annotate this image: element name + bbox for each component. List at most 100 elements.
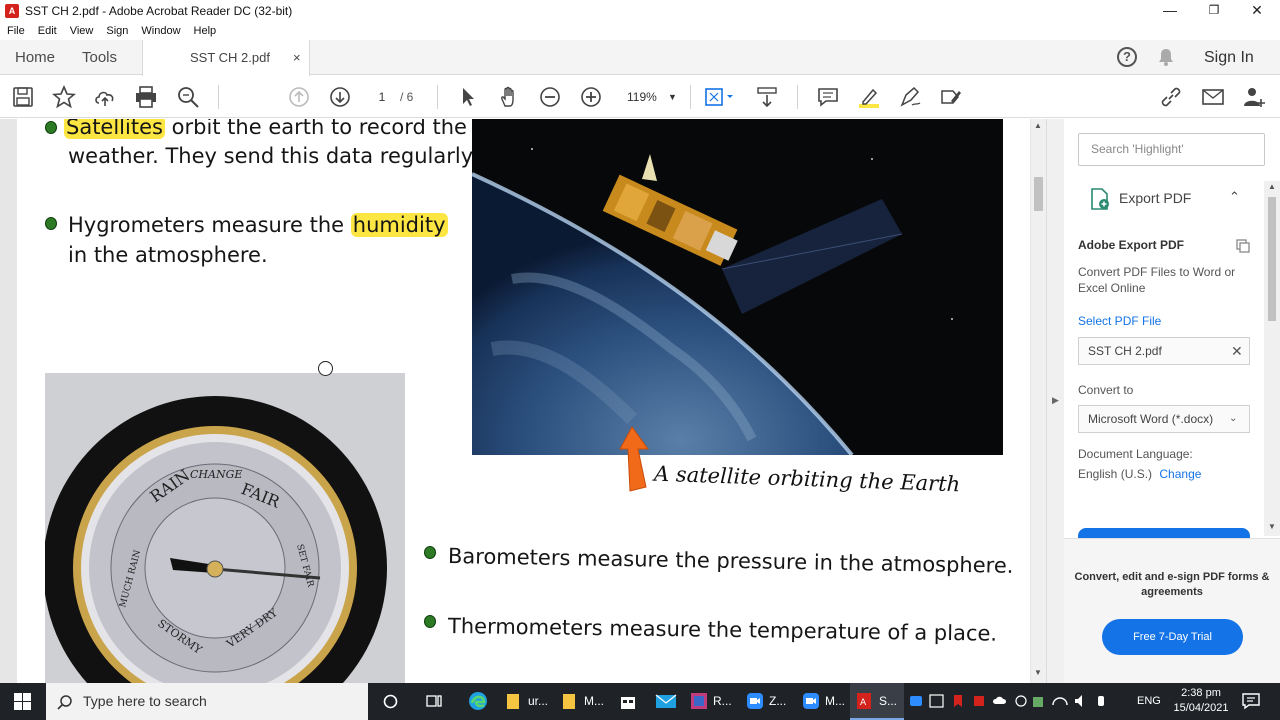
star-icon[interactable]: [51, 84, 77, 109]
taskbar-clock[interactable]: 2:38 pm 15/04/2021: [1171, 686, 1231, 716]
hand-tool-icon[interactable]: [497, 85, 521, 109]
scroll-thumb[interactable]: [1034, 177, 1043, 211]
taskbar-item-acrobat[interactable]: A S...: [850, 683, 904, 720]
zoom-in-icon[interactable]: [579, 85, 603, 109]
scroll-mode-icon[interactable]: [755, 85, 779, 109]
taskbar-item-zoom-meeting[interactable]: M...: [798, 683, 848, 720]
store-icon[interactable]: [612, 683, 644, 720]
taskbar-item-label: S...: [879, 694, 898, 708]
print-icon[interactable]: [134, 85, 158, 109]
page-up-icon[interactable]: [287, 85, 311, 109]
page-down-icon[interactable]: [328, 85, 352, 109]
zoom-out-icon[interactable]: [538, 85, 562, 109]
scroll-up-icon[interactable]: ▲: [1034, 121, 1042, 130]
notifications-icon[interactable]: [1241, 692, 1261, 710]
document-language-label: Document Language:: [1078, 447, 1193, 461]
email-icon[interactable]: [1201, 85, 1225, 109]
document-viewport[interactable]: Satellites orbit the earth to record the…: [0, 119, 1046, 683]
taskbar-search-placeholder: Type here to search: [83, 693, 207, 709]
export-pdf-icon: [1091, 188, 1109, 210]
scroll-thumb[interactable]: [1268, 197, 1276, 321]
acrobat-icon: A: [857, 693, 871, 709]
tools-search-input[interactable]: Search 'Highlight': [1078, 133, 1265, 166]
zoom-app-icon: [747, 693, 763, 709]
collapse-chevron-icon[interactable]: ⌃: [1229, 189, 1240, 205]
task-view-icon[interactable]: [418, 683, 450, 720]
close-window-button[interactable]: ✕: [1235, 0, 1279, 22]
taskbar-item-zoom[interactable]: Z...: [742, 683, 796, 720]
convert-button-partial[interactable]: [1078, 528, 1250, 538]
zoom-dropdown-icon[interactable]: ▼: [668, 86, 677, 108]
selected-file-field[interactable]: SST CH 2.pdf ✕: [1078, 337, 1250, 365]
input-language-indicator[interactable]: ENG: [1137, 683, 1161, 720]
right-pane-toggle[interactable]: ▶: [1046, 119, 1064, 683]
draw-pen-icon[interactable]: [898, 85, 922, 109]
convert-to-select[interactable]: Microsoft Word (*.docx) ⌄: [1078, 405, 1250, 433]
comment-icon[interactable]: [816, 85, 840, 109]
convert-to-label: Convert to: [1078, 383, 1134, 397]
fit-page-icon[interactable]: [703, 85, 737, 109]
menu-view[interactable]: View: [70, 25, 94, 37]
share-link-icon[interactable]: [1159, 85, 1183, 109]
search-zoom-icon[interactable]: [176, 85, 200, 109]
tab-row: Home Tools SST CH 2.pdf ×: [0, 40, 1280, 76]
toolbar-divider: [437, 85, 438, 109]
document-scrollbar[interactable]: ▲ ▼: [1031, 119, 1046, 683]
taskbar-search-input[interactable]: Type here to search: [46, 683, 368, 720]
fill-sign-icon[interactable]: [939, 85, 963, 109]
document-tab-label: SST CH 2.pdf: [190, 50, 270, 65]
select-pdf-file-link[interactable]: Select PDF File: [1078, 314, 1161, 328]
menu-file[interactable]: File: [7, 25, 25, 37]
scroll-down-icon[interactable]: ▼: [1268, 522, 1276, 531]
taskbar-item-file-explorer[interactable]: ur...: [500, 683, 552, 720]
edge-browser-icon[interactable]: [462, 683, 494, 720]
taskbar-item-label: M...: [825, 694, 845, 708]
bullet-satellites-line1: Satellites orbit the earth to record the: [64, 119, 467, 142]
menu-window[interactable]: Window: [141, 25, 180, 37]
mail-icon[interactable]: [650, 683, 682, 720]
free-trial-button[interactable]: Free 7-Day Trial: [1102, 619, 1243, 655]
maximize-button[interactable]: ❐: [1192, 0, 1236, 22]
toolbar-divider: [690, 85, 691, 109]
window-title: SST CH 2.pdf - Adobe Acrobat Reader DC (…: [25, 4, 293, 18]
tools-pane-scrollbar[interactable]: ▲ ▼: [1264, 181, 1280, 536]
tab-tools[interactable]: Tools: [82, 40, 117, 75]
page-number-input[interactable]: 1: [368, 86, 396, 108]
clear-file-icon[interactable]: ✕: [1231, 338, 1243, 364]
system-tray-icons[interactable]: [910, 693, 1110, 710]
sign-in-button[interactable]: Sign In: [1204, 40, 1254, 75]
document-language-row: English (U.S.) Change: [1078, 467, 1201, 481]
add-user-icon[interactable]: [1242, 85, 1266, 109]
export-pdf-header[interactable]: Export PDF ⌃: [1064, 179, 1264, 219]
windows-logo-icon: [14, 693, 31, 710]
close-tab-icon[interactable]: ×: [293, 40, 301, 75]
menu-help[interactable]: Help: [194, 25, 217, 37]
menu-bar: File Edit View Sign Window Help: [0, 22, 1280, 40]
cloud-upload-icon[interactable]: [93, 85, 117, 109]
menu-edit[interactable]: Edit: [38, 25, 57, 37]
taskbar-item-label: M...: [584, 694, 604, 708]
help-icon[interactable]: ?: [1117, 47, 1137, 67]
zoom-level[interactable]: 119%: [627, 86, 657, 108]
cortana-icon[interactable]: [374, 683, 406, 720]
copy-icon[interactable]: [1235, 238, 1251, 254]
scroll-down-icon[interactable]: ▼: [1034, 668, 1042, 677]
start-button[interactable]: [0, 683, 46, 720]
tab-document[interactable]: SST CH 2.pdf ×: [142, 40, 310, 76]
scroll-up-icon[interactable]: ▲: [1268, 182, 1276, 191]
save-icon[interactable]: [11, 85, 35, 109]
change-language-link[interactable]: Change: [1159, 467, 1201, 481]
minimize-button[interactable]: —: [1148, 0, 1192, 22]
highlight-pen-icon[interactable]: [857, 85, 881, 109]
export-pdf-label: Export PDF: [1119, 190, 1192, 206]
tab-home[interactable]: Home: [15, 40, 55, 75]
select-cursor-icon[interactable]: [456, 85, 480, 109]
taskbar-item-label: Z...: [769, 694, 787, 708]
menu-sign[interactable]: Sign: [106, 25, 128, 37]
taskbar-item-folder[interactable]: M...: [556, 683, 608, 720]
bell-icon[interactable]: [1156, 47, 1176, 67]
taskbar-item-r[interactable]: R...: [686, 683, 738, 720]
clock-time: 2:38 pm: [1181, 687, 1221, 699]
bullet-thermometers: Thermometers measure the temperature of …: [447, 614, 998, 646]
collapse-right-icon[interactable]: ▶: [1052, 395, 1059, 406]
